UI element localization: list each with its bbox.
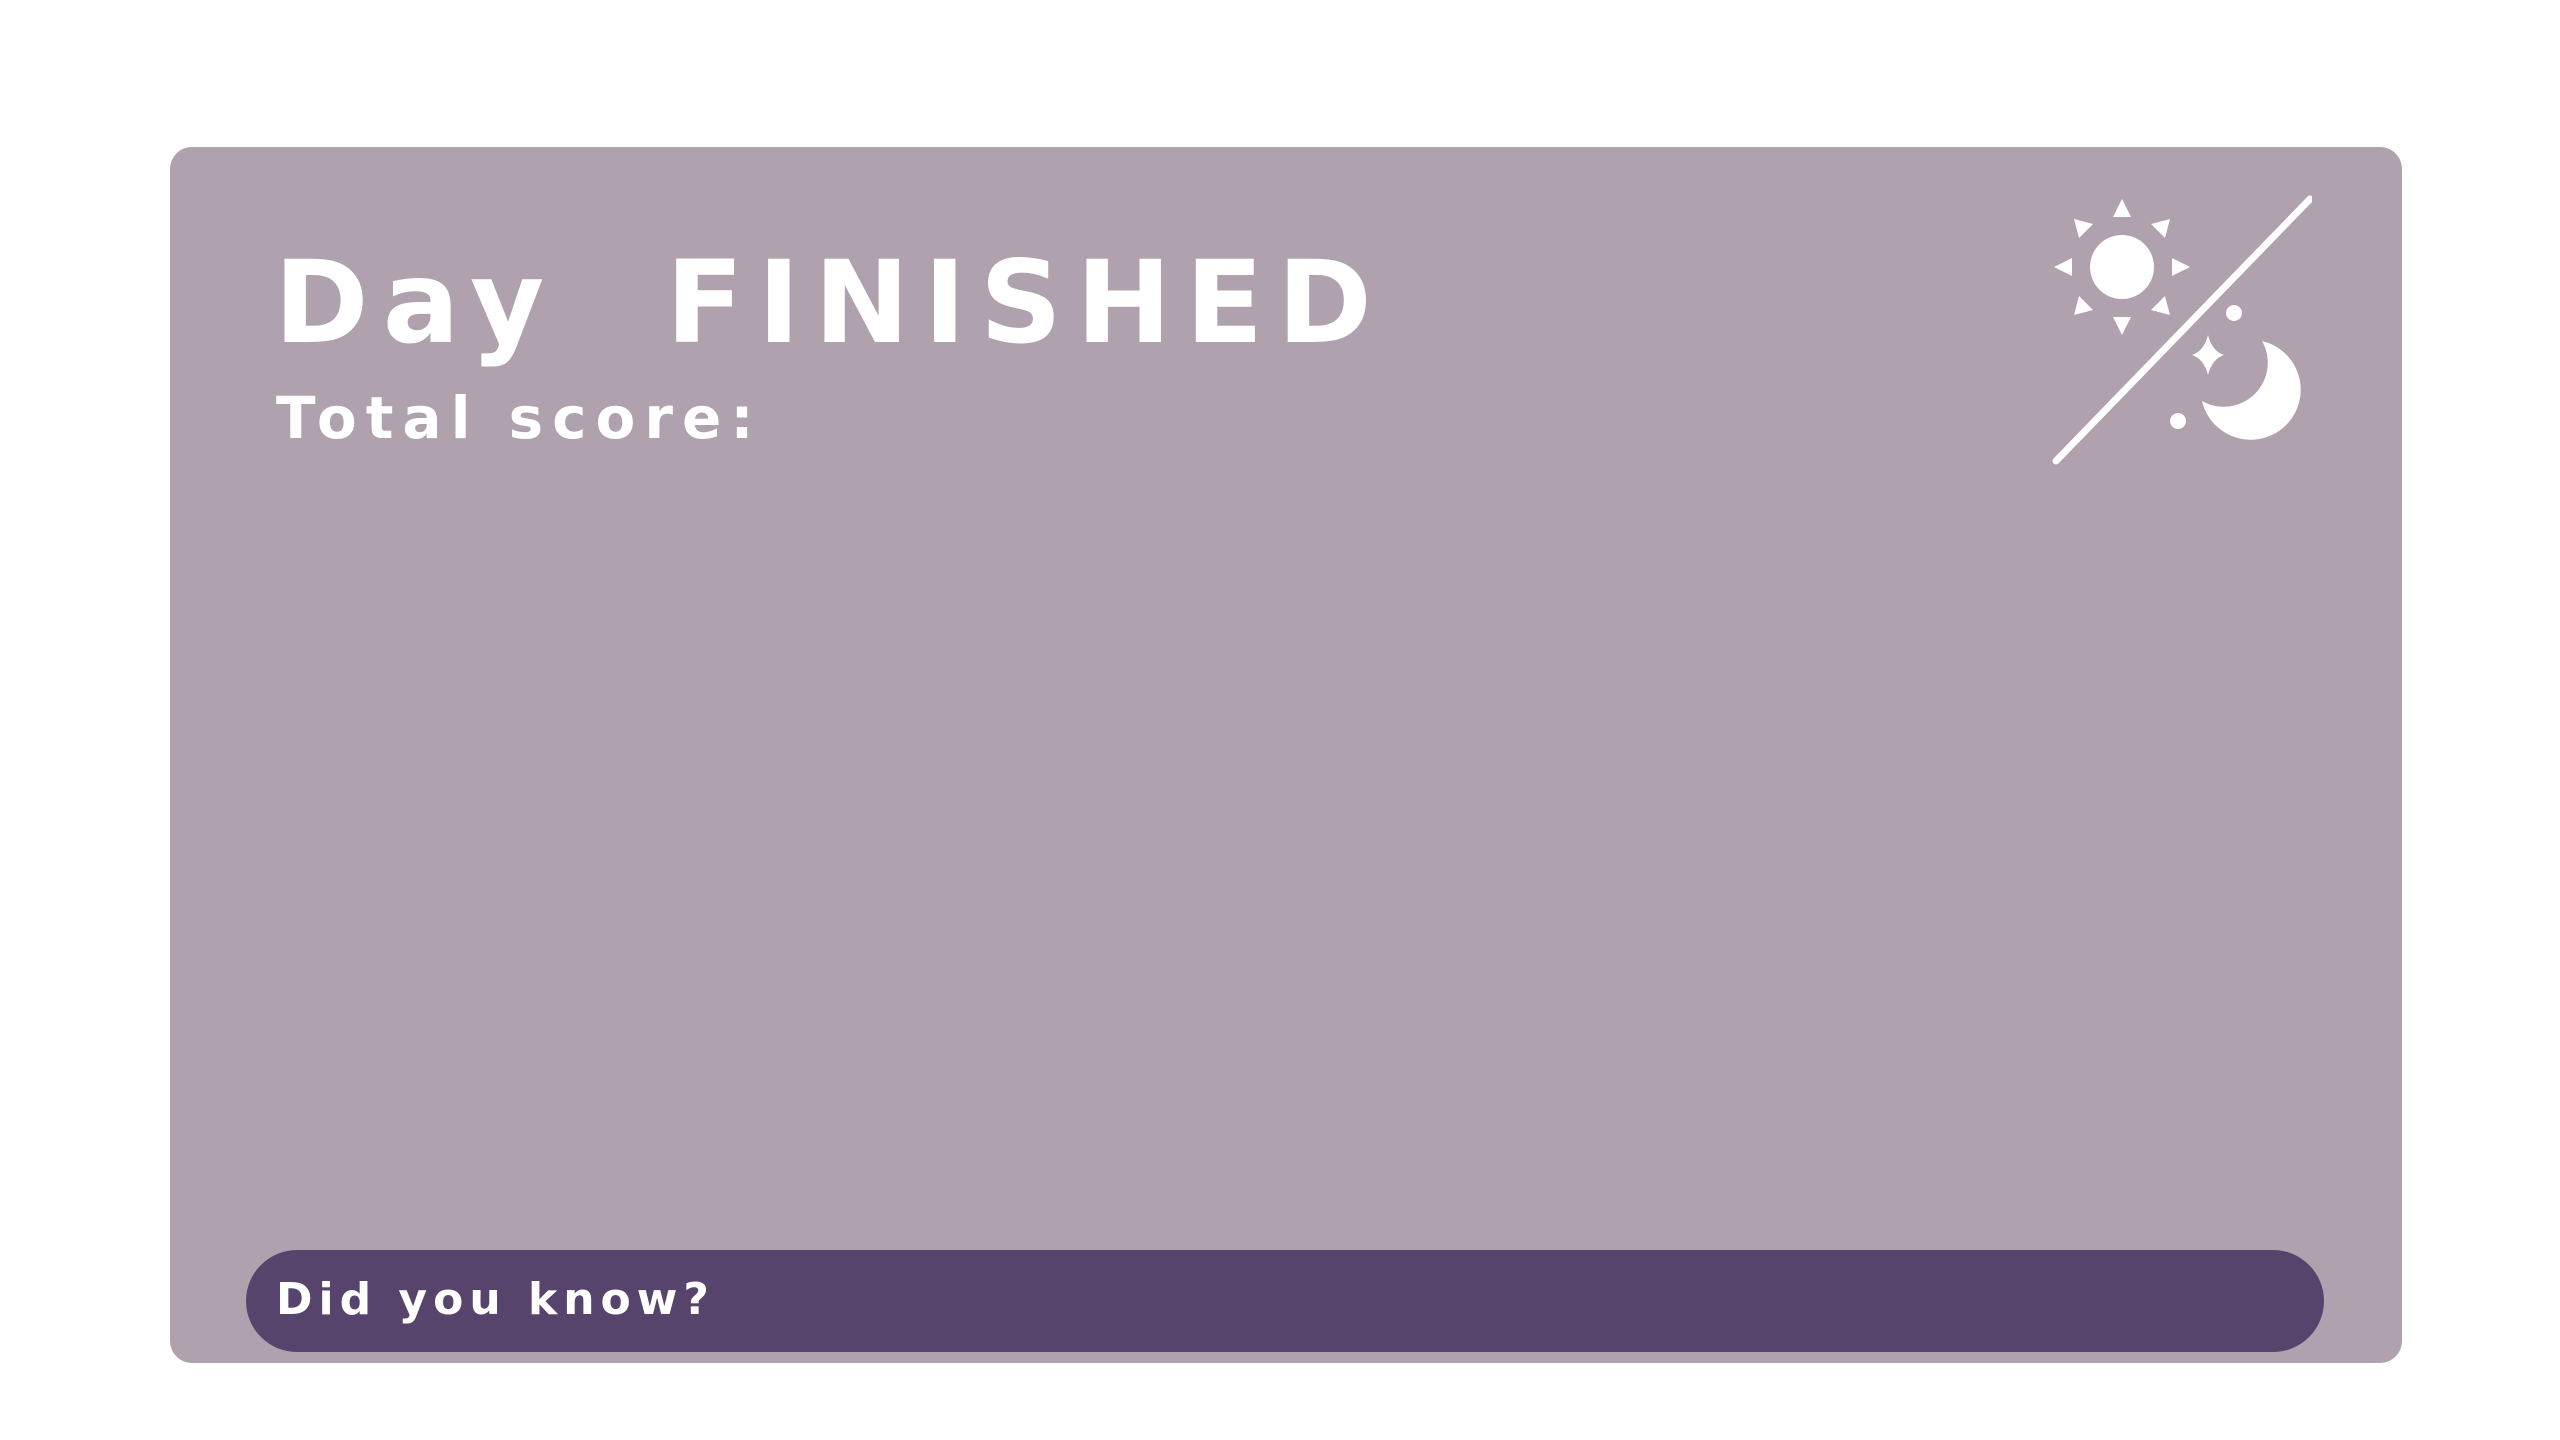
did-you-know-title: Did you know? [276, 1274, 715, 1325]
results-card: Day FINISHED Total score: Did you know? [170, 147, 2402, 1363]
day-label: Day [274, 236, 559, 369]
total-score-label: Total score: [276, 384, 763, 452]
sun-icon [2054, 199, 2190, 335]
did-you-know-box: Did you know? [246, 1250, 2324, 1352]
page-title: Day FINISHED [274, 235, 1386, 371]
theme-toggle-button[interactable] [2052, 195, 2312, 475]
status-label: FINISHED [665, 236, 1386, 369]
sun-moon-toggle-icon [2052, 195, 2312, 465]
results-screen: Day FINISHED Total score: Did you know? [0, 0, 2560, 1440]
